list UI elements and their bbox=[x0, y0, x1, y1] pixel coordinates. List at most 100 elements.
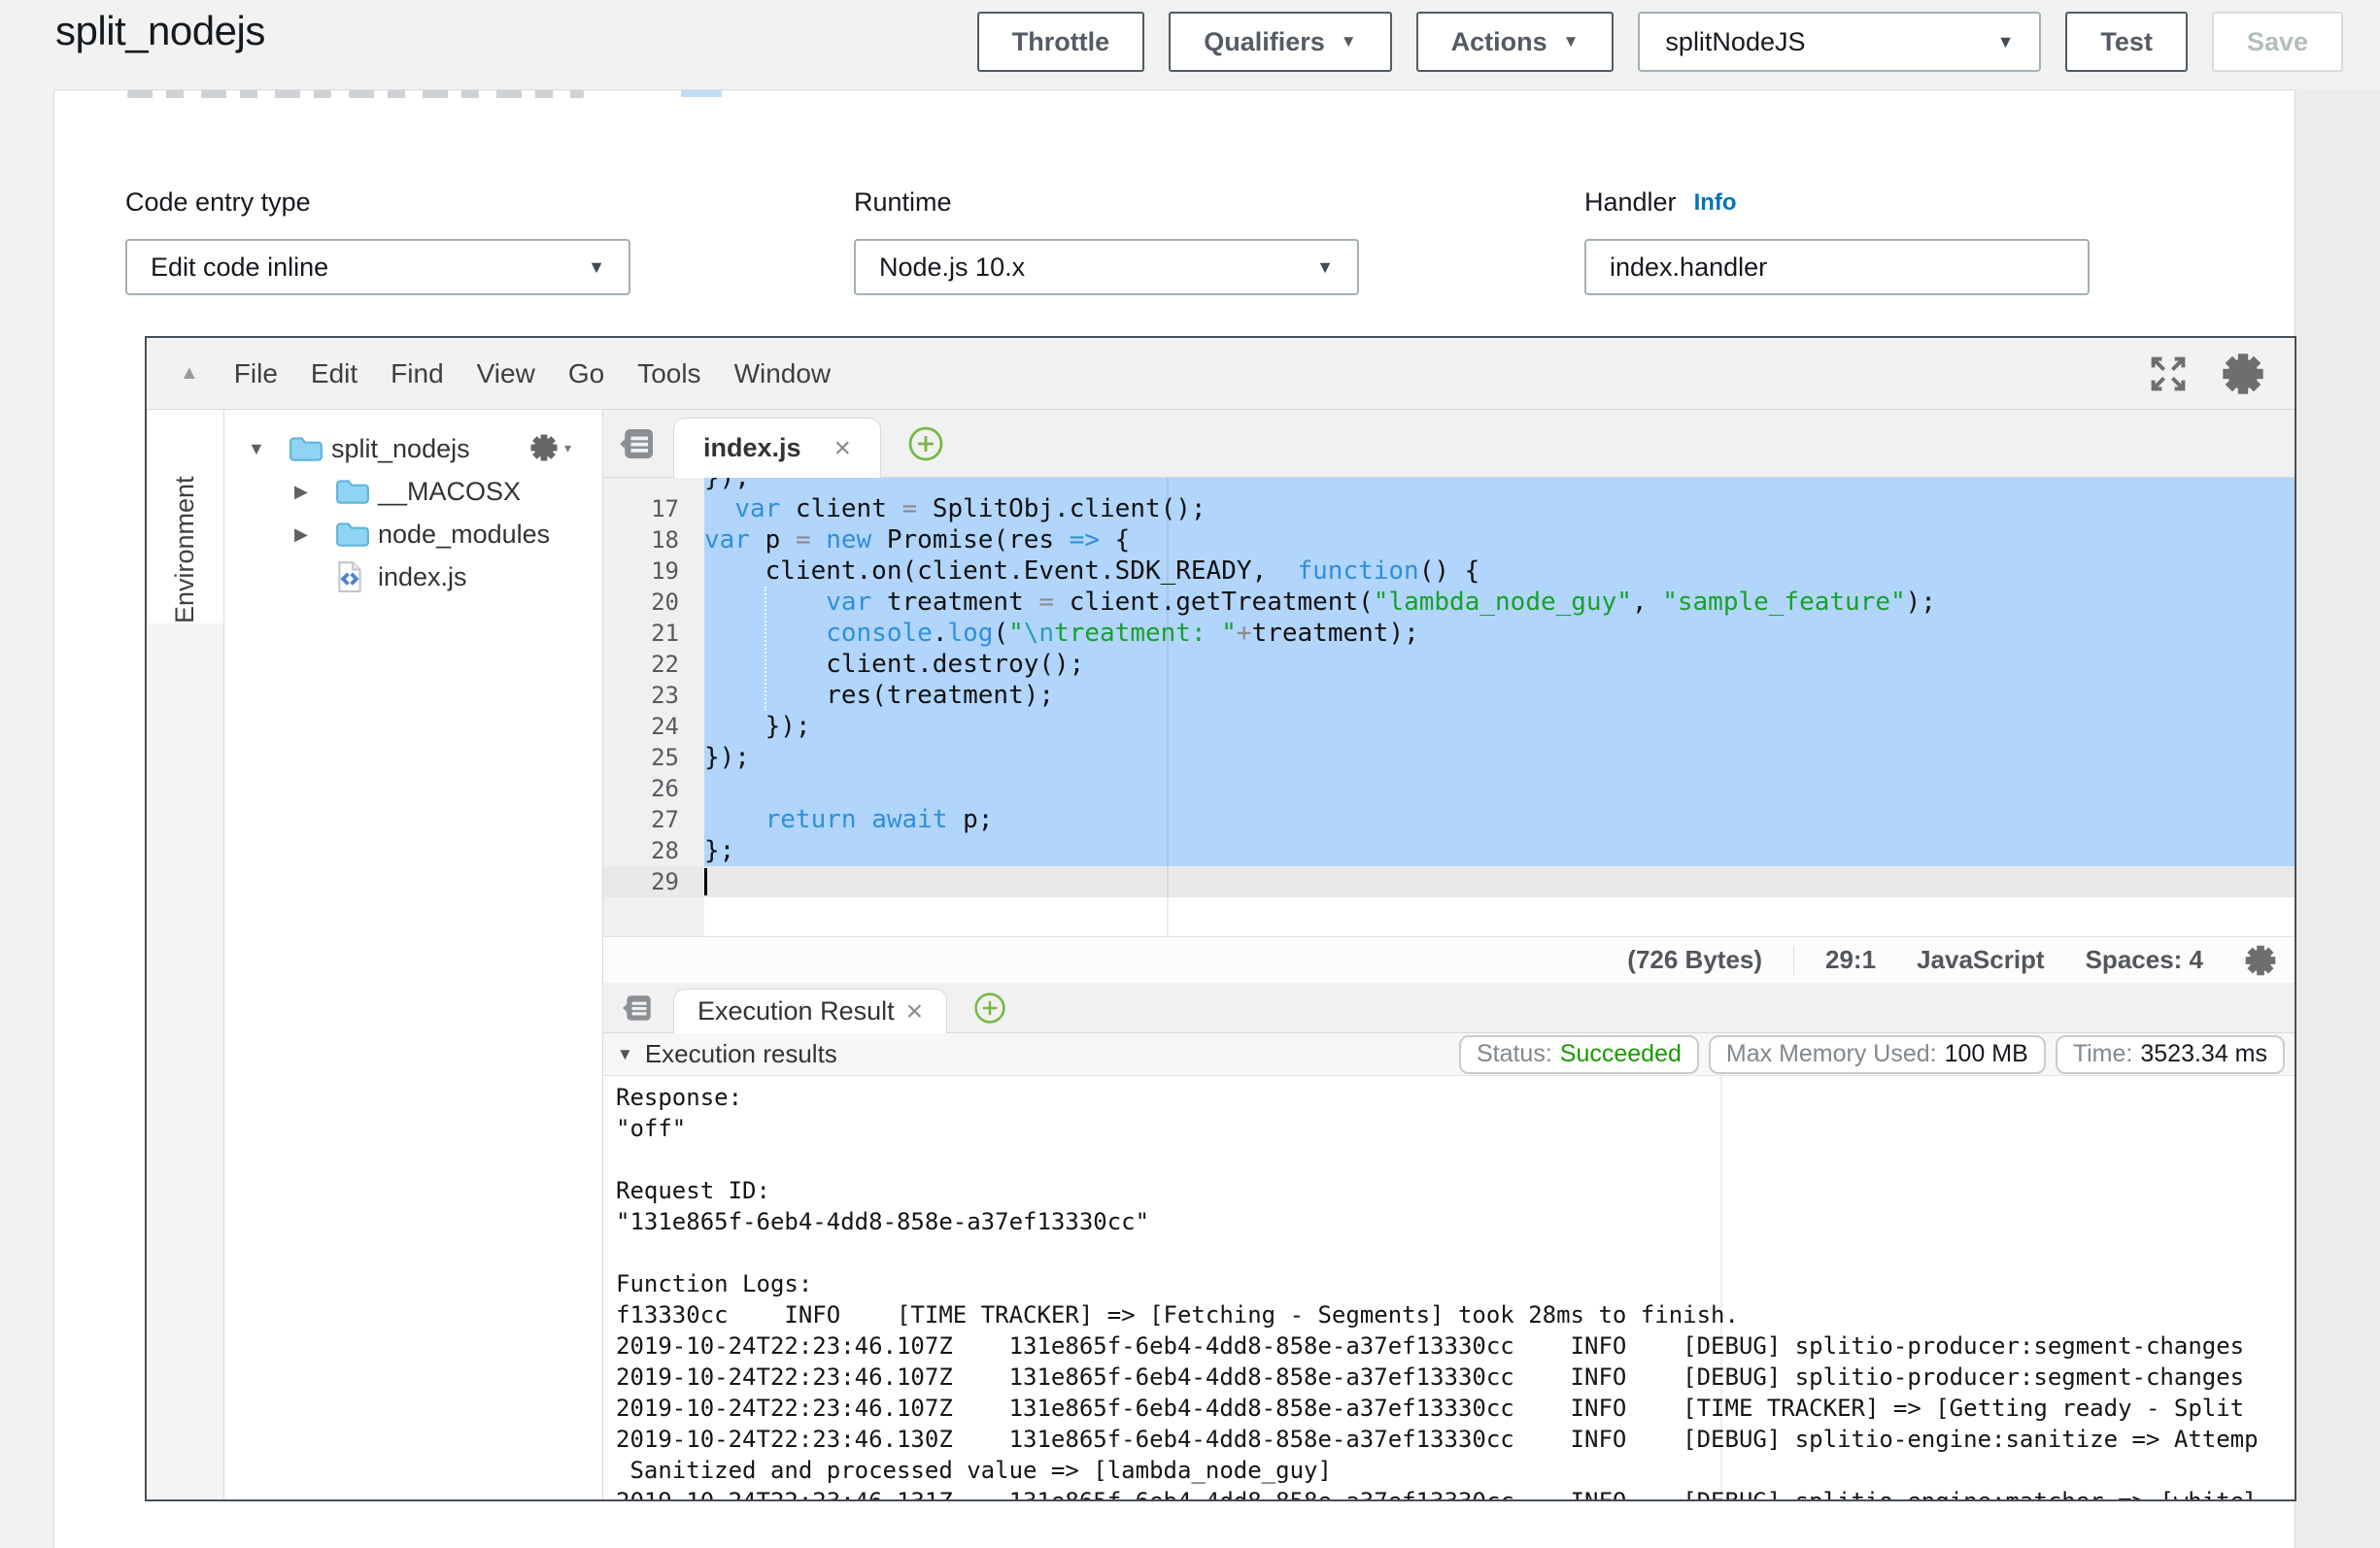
runtime-label: Runtime bbox=[854, 187, 1359, 218]
menubar-right-icons bbox=[2147, 352, 2265, 396]
tab-index-js[interactable]: index.js × bbox=[673, 418, 881, 478]
execution-results-toggle[interactable]: ▼ Execution results bbox=[617, 1039, 837, 1069]
handler-info-link[interactable]: Info bbox=[1694, 189, 1737, 217]
statusbar-divider bbox=[1793, 946, 1794, 975]
tab-execution-result[interactable]: Execution Result × bbox=[673, 989, 947, 1033]
page-scrollbar-gutter bbox=[2296, 89, 2380, 1548]
collapse-editor-icon[interactable]: ▲ bbox=[180, 362, 199, 385]
cursor-position-status[interactable]: 29:1 bbox=[1825, 945, 1876, 975]
line-number[interactable]: 21 bbox=[603, 618, 704, 649]
chevron-down-icon: ▼ bbox=[1316, 257, 1334, 278]
log-line: Sanitized and processed value => [lambda… bbox=[616, 1455, 2295, 1486]
menu-view[interactable]: View bbox=[477, 358, 535, 389]
menu-edit[interactable]: Edit bbox=[311, 358, 357, 389]
editor-main-pane: index.js × });17 var bbox=[603, 410, 2295, 1499]
line-number[interactable]: 28 bbox=[603, 835, 704, 866]
chevron-down-icon: ▼ bbox=[1563, 32, 1580, 51]
editor-menus: File Edit Find View Go Tools Window bbox=[234, 358, 831, 389]
tree-item-label: index.js bbox=[378, 562, 467, 592]
clipped-text-sliver bbox=[127, 90, 584, 98]
code-entry-type-select[interactable]: Edit code inline▼ bbox=[125, 239, 630, 295]
folder-icon bbox=[335, 520, 378, 549]
code-line-27: 27 return await p; bbox=[603, 804, 2295, 835]
code-line-17: 17 var client = SplitObj.client(); bbox=[603, 493, 2295, 524]
menu-window[interactable]: Window bbox=[734, 358, 832, 389]
code-text: console.log("\ntreatment: "+treatment); bbox=[704, 618, 1419, 649]
tree-item--macosx[interactable]: ▶__MACOSX bbox=[224, 470, 602, 513]
actions-button[interactable]: Actions▼ bbox=[1416, 12, 1615, 72]
badge-max-memory-used: Max Memory Used:100 MB bbox=[1709, 1035, 2046, 1074]
code-entry-type-field: Code entry type Edit code inline▼ bbox=[125, 187, 630, 295]
menu-file[interactable]: File bbox=[234, 358, 278, 389]
line-number[interactable]: 22 bbox=[603, 649, 704, 680]
menu-tools[interactable]: Tools bbox=[637, 358, 700, 389]
chevron-down-icon: ▼ bbox=[588, 257, 605, 278]
log-line: 2019-10-24T22:23:46.131Z 131e865f-6eb4-4… bbox=[616, 1486, 2295, 1499]
editor-settings-gear-icon[interactable] bbox=[2221, 352, 2265, 396]
code-entry-type-label: Code entry type bbox=[125, 187, 630, 218]
close-icon[interactable]: × bbox=[906, 997, 924, 1026]
code-text: }); bbox=[704, 742, 750, 773]
close-icon[interactable]: × bbox=[834, 434, 852, 463]
line-number[interactable] bbox=[603, 478, 704, 493]
line-number[interactable]: 24 bbox=[603, 711, 704, 742]
code-line-18: 18var p = new Promise(res => { bbox=[603, 524, 2295, 555]
runtime-select[interactable]: Node.js 10.x▼ bbox=[854, 239, 1359, 295]
indentation-status[interactable]: Spaces: 4 bbox=[2086, 945, 2203, 975]
code-line-26: 26 bbox=[603, 773, 2295, 804]
line-number[interactable]: 19 bbox=[603, 555, 704, 587]
save-button[interactable]: Save bbox=[2212, 12, 2343, 72]
code-text: var treatment = client.getTreatment("lam… bbox=[704, 587, 1936, 618]
triangle-right-icon[interactable]: ▶ bbox=[294, 524, 335, 545]
code-text: res(treatment); bbox=[704, 680, 1054, 711]
triangle-down-icon[interactable]: ▼ bbox=[248, 439, 289, 459]
log-line: "off" bbox=[616, 1113, 2295, 1144]
log-line: Request ID: bbox=[616, 1175, 2295, 1206]
tree-item-split-nodejs[interactable]: ▼split_nodejs▾ bbox=[224, 427, 602, 470]
folder-icon bbox=[335, 477, 378, 506]
log-line: 2019-10-24T22:23:46.107Z 131e865f-6eb4-4… bbox=[616, 1330, 2295, 1362]
code-text: }); bbox=[704, 478, 750, 493]
line-number[interactable]: 29 bbox=[603, 866, 704, 897]
line-number[interactable]: 26 bbox=[603, 773, 704, 804]
qualifiers-button[interactable]: Qualifiers▼ bbox=[1169, 12, 1391, 72]
file-tree: ▼split_nodejs▾▶__MACOSX▶node_modulesinde… bbox=[224, 410, 603, 1499]
line-number[interactable]: 18 bbox=[603, 524, 704, 555]
open-files-stack-icon[interactable] bbox=[603, 424, 673, 463]
line-number[interactable]: 23 bbox=[603, 680, 704, 711]
code-editor-area[interactable]: });17 var client = SplitObj.client();18v… bbox=[603, 478, 2295, 936]
statusbar-gear-icon[interactable] bbox=[2244, 944, 2277, 977]
tree-settings-gear-icon[interactable]: ▾ bbox=[529, 433, 571, 462]
fullscreen-icon[interactable] bbox=[2147, 353, 2190, 395]
menu-find[interactable]: Find bbox=[391, 358, 443, 389]
new-tab-plus-icon[interactable] bbox=[972, 991, 1007, 1026]
log-line: "131e865f-6eb4-4dd8-858e-a37ef13330cc" bbox=[616, 1206, 2295, 1237]
editor-statusbar: (726 Bytes) 29:1 JavaScript Spaces: 4 bbox=[603, 936, 2295, 983]
triangle-right-icon[interactable]: ▶ bbox=[294, 482, 335, 502]
language-mode-status[interactable]: JavaScript bbox=[1917, 945, 2045, 975]
tree-item-node-modules[interactable]: ▶node_modules bbox=[224, 513, 602, 555]
handler-input[interactable] bbox=[1584, 239, 2090, 295]
menu-go[interactable]: Go bbox=[568, 358, 604, 389]
test-event-select[interactable]: splitNodeJS▼ bbox=[1638, 12, 2041, 72]
line-number[interactable]: 17 bbox=[603, 493, 704, 524]
open-files-stack-icon[interactable] bbox=[603, 992, 673, 1025]
line-number[interactable]: 20 bbox=[603, 587, 704, 618]
log-line: 2019-10-24T22:23:46.130Z 131e865f-6eb4-4… bbox=[616, 1424, 2295, 1455]
line-number[interactable]: 27 bbox=[603, 804, 704, 835]
line-number[interactable]: 25 bbox=[603, 742, 704, 773]
test-button[interactable]: Test bbox=[2065, 12, 2188, 72]
chevron-down-icon: ▼ bbox=[1997, 32, 2015, 52]
environment-strip: Environment bbox=[147, 410, 224, 1499]
throttle-button[interactable]: Throttle bbox=[977, 12, 1145, 72]
log-line: Function Logs: bbox=[616, 1268, 2295, 1299]
code-text: client.on(client.Event.SDK_READY, functi… bbox=[704, 555, 1479, 587]
environment-tab[interactable]: Environment bbox=[147, 410, 223, 623]
code-editor-frame: ▲ File Edit Find View Go Tools Window bbox=[145, 336, 2296, 1501]
code-line-22: 22 client.destroy(); bbox=[603, 649, 2295, 680]
log-line: 2019-10-24T22:23:46.107Z 131e865f-6eb4-4… bbox=[616, 1362, 2295, 1393]
tree-item-index-js[interactable]: index.js bbox=[224, 555, 602, 598]
new-tab-plus-icon[interactable] bbox=[906, 424, 945, 463]
code-text: return await p; bbox=[704, 804, 993, 835]
header-actions: Throttle Qualifiers▼ Actions▼ splitNodeJ… bbox=[977, 12, 2343, 72]
